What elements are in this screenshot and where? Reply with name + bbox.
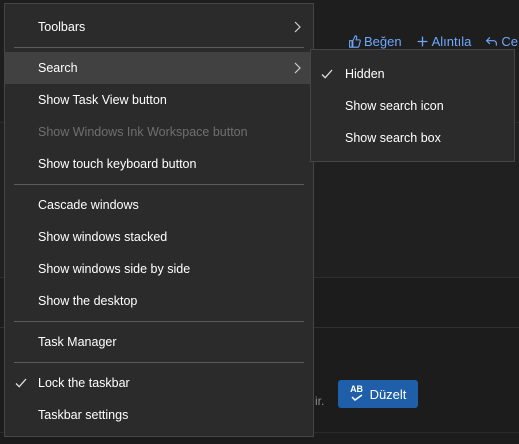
taskbar-context-menu: Toolbars Search Show Task View button Sh… [4, 3, 314, 437]
menu-item-lock-taskbar[interactable]: Lock the taskbar [5, 367, 313, 399]
fix-button-label: Düzelt [369, 386, 407, 402]
reply-icon [486, 37, 498, 46]
reply-action[interactable]: Ce [485, 34, 518, 49]
menu-item-search[interactable]: Search [5, 52, 313, 84]
menu-item-label: Show touch keyboard button [38, 157, 197, 171]
menu-item-label: Task Manager [38, 335, 117, 349]
spell-check-icon: AB [350, 385, 364, 403]
like-action[interactable]: Beğen [348, 34, 402, 49]
menu-separator [14, 47, 304, 48]
menu-item-show-desktop[interactable]: Show the desktop [5, 285, 313, 317]
like-label: Beğen [364, 34, 402, 49]
menu-item-label: Show windows stacked [38, 230, 168, 244]
reply-label: Ce [501, 34, 518, 49]
fix-button[interactable]: AB Düzelt [338, 380, 418, 408]
chevron-right-icon [294, 62, 301, 74]
thumbs-up-icon [349, 35, 361, 48]
submenu-item-search-box[interactable]: Show search box [311, 122, 514, 154]
menu-item-touch-keyboard[interactable]: Show touch keyboard button [5, 148, 313, 180]
menu-item-label: Taskbar settings [38, 408, 129, 422]
menu-item-task-view[interactable]: Show Task View button [5, 84, 313, 116]
menu-item-label: Lock the taskbar [38, 376, 130, 390]
menu-separator [14, 184, 304, 185]
checkmark-icon [321, 69, 333, 79]
submenu-item-label: Show search box [345, 131, 441, 145]
menu-item-ink-workspace: Show Windows Ink Workspace button [5, 116, 313, 148]
menu-item-label: Show the desktop [38, 294, 138, 308]
spell-check-icon-text: AB [350, 384, 364, 394]
submenu-item-hidden[interactable]: Hidden [311, 58, 514, 90]
submenu-item-search-icon[interactable]: Show search icon [311, 90, 514, 122]
post-actions: Beğen Alıntıla Ce [348, 34, 518, 49]
menu-separator [14, 321, 304, 322]
menu-item-label: Show windows side by side [38, 262, 191, 276]
menu-separator [14, 362, 304, 363]
menu-item-toolbars[interactable]: Toolbars [5, 11, 313, 43]
quote-label: Alıntıla [431, 34, 472, 49]
menu-item-task-manager[interactable]: Task Manager [5, 326, 313, 358]
submenu-item-label: Show search icon [345, 99, 444, 113]
menu-item-label: Toolbars [38, 20, 86, 34]
truncated-text: ir. [315, 394, 325, 408]
submenu-item-label: Hidden [345, 67, 385, 81]
quote-action[interactable]: Alıntıla [416, 34, 472, 49]
chevron-right-icon [294, 21, 301, 33]
menu-item-taskbar-settings[interactable]: Taskbar settings [5, 399, 313, 431]
menu-item-side-by-side[interactable]: Show windows side by side [5, 253, 313, 285]
menu-item-label: Show Windows Ink Workspace button [38, 125, 248, 139]
menu-item-label: Cascade windows [38, 198, 139, 212]
plus-icon [417, 36, 427, 47]
checkmark-icon [15, 378, 27, 388]
search-submenu: Hidden Show search icon Show search box [310, 49, 515, 162]
menu-item-label: Search [38, 61, 78, 75]
menu-item-cascade[interactable]: Cascade windows [5, 189, 313, 221]
menu-item-stacked[interactable]: Show windows stacked [5, 221, 313, 253]
menu-item-label: Show Task View button [38, 93, 167, 107]
